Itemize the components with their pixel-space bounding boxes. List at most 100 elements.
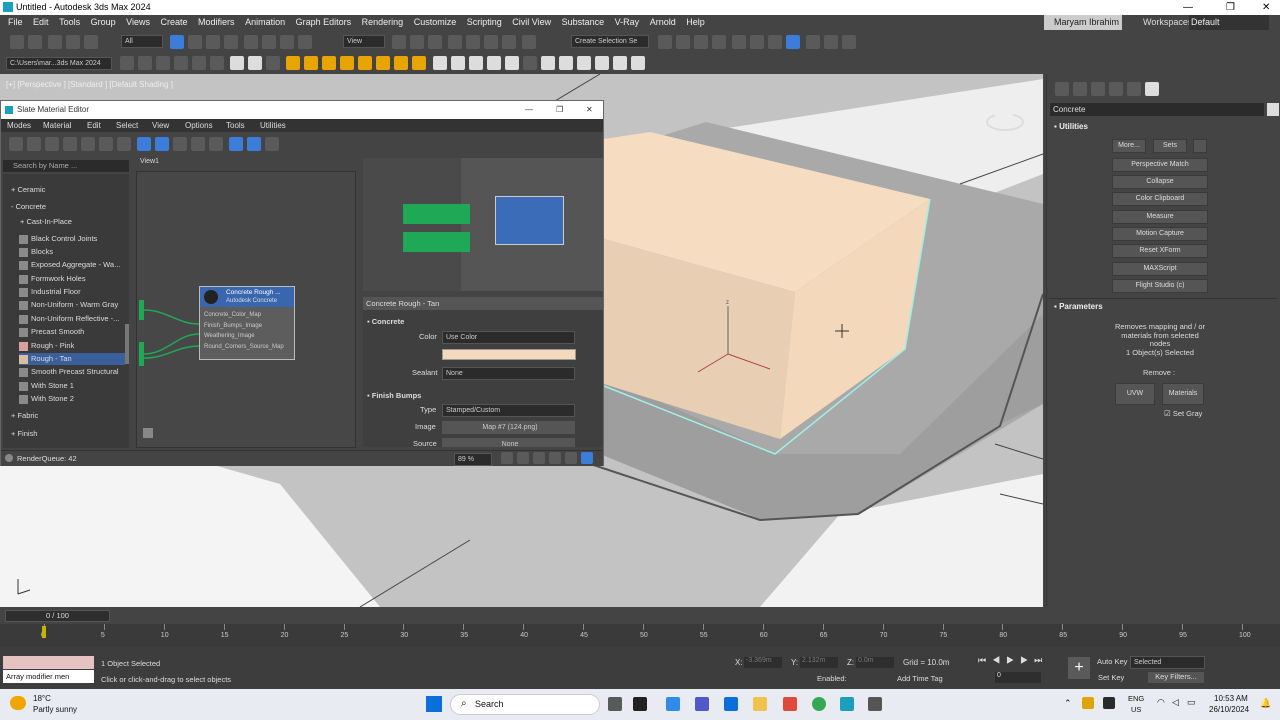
slate-select-icon[interactable] bbox=[9, 137, 23, 151]
list-item-selected[interactable]: Rough - Tan bbox=[19, 353, 125, 365]
slate-title-bar[interactable]: Slate Material Editor — ❐ ✕ bbox=[1, 101, 603, 119]
mirror-icon[interactable] bbox=[658, 35, 672, 49]
weather-icon[interactable] bbox=[10, 696, 26, 710]
menu-rendering[interactable]: Rendering bbox=[362, 15, 404, 30]
maximize-button[interactable]: ❐ bbox=[1226, 0, 1235, 15]
type-dropdown[interactable]: Stamped/Custom bbox=[442, 404, 575, 417]
sun-icon[interactable] bbox=[376, 56, 391, 70]
vray-ball-icon[interactable] bbox=[540, 56, 555, 70]
wifi-icon[interactable]: ◠ bbox=[1157, 697, 1165, 708]
menu-create[interactable]: Create bbox=[161, 15, 188, 30]
pivot-icon[interactable] bbox=[392, 35, 406, 49]
menu-edit[interactable]: Edit bbox=[33, 15, 49, 30]
object-color-swatch[interactable] bbox=[1267, 103, 1279, 116]
more-button[interactable]: More... bbox=[1112, 139, 1146, 153]
set-key-button[interactable]: Set Key bbox=[1098, 673, 1124, 682]
slate-menu-select[interactable]: Select bbox=[116, 119, 138, 132]
x-coordinate-field[interactable]: -3.369m bbox=[744, 657, 782, 668]
slate-close-button[interactable]: ✕ bbox=[586, 101, 593, 119]
slate-menu-modes[interactable]: Modes bbox=[7, 119, 31, 132]
object-name-field[interactable]: Concrete bbox=[1050, 103, 1264, 116]
slot-round-corners-map[interactable]: Round_Corners_Source_Map bbox=[204, 342, 294, 353]
yellow-shape-4-icon[interactable] bbox=[340, 56, 355, 70]
project-path-dropdown[interactable]: C:\Users\mar...3ds Max 2024 bbox=[6, 57, 112, 70]
snaps-icon[interactable] bbox=[448, 35, 463, 49]
taskbar-search[interactable]: ⌕ Search bbox=[450, 694, 600, 715]
category-fabric[interactable]: + Fabric bbox=[11, 410, 38, 422]
window-crossing-icon[interactable] bbox=[224, 35, 238, 49]
vray-ball-2-icon[interactable] bbox=[558, 56, 573, 70]
color-dropdown[interactable]: Use Color bbox=[442, 331, 575, 344]
list-item[interactable]: With Stone 2 bbox=[19, 393, 74, 405]
key-set-dropdown[interactable]: Selected bbox=[1130, 656, 1205, 669]
current-frame-field[interactable]: 0 bbox=[995, 672, 1041, 683]
perspective-match-button[interactable]: Perspective Match bbox=[1112, 158, 1208, 172]
yellow-shape-5-icon[interactable] bbox=[358, 56, 373, 70]
time-slider[interactable]: 0 / 100 bbox=[5, 610, 110, 622]
rendered-frame-icon[interactable] bbox=[824, 35, 839, 49]
move-children-icon[interactable] bbox=[99, 137, 113, 151]
add-time-tag-button[interactable]: Add Time Tag bbox=[897, 674, 943, 683]
toggle-scene-explorer-icon[interactable] bbox=[694, 35, 708, 49]
vray-frame-buffer-icon[interactable] bbox=[612, 56, 627, 70]
node-view[interactable]: Concrete Rough ... Autodesk Concrete Con… bbox=[136, 171, 356, 448]
auto-key-button[interactable]: Auto Key bbox=[1097, 657, 1127, 666]
rotate-icon[interactable] bbox=[262, 35, 277, 49]
list-item[interactable]: With Stone 1 bbox=[19, 380, 74, 392]
vray-sphere-icon[interactable] bbox=[432, 56, 447, 70]
color-swatch[interactable] bbox=[442, 349, 576, 360]
parameter-editor-icon[interactable] bbox=[247, 137, 262, 151]
clock-date[interactable]: 26/10/2024 bbox=[1209, 705, 1249, 714]
measure-button[interactable]: Measure bbox=[1112, 210, 1208, 224]
3ds-max-icon[interactable] bbox=[840, 697, 854, 711]
vray-plane-icon[interactable] bbox=[468, 56, 483, 70]
pan-hand-icon[interactable] bbox=[143, 428, 153, 438]
clock-time[interactable]: 10:53 AM bbox=[1214, 694, 1248, 703]
set-gray-checkbox[interactable]: ☑ Set Gray bbox=[1164, 409, 1202, 418]
align-icon[interactable] bbox=[676, 35, 690, 49]
menu-substance[interactable]: Substance bbox=[562, 15, 605, 30]
slate-menu-tools[interactable]: Tools bbox=[226, 119, 245, 132]
maxscript-mini-listener[interactable]: Array modifier men bbox=[3, 670, 94, 683]
slot-finish-bumps-image[interactable]: Finish_Bumps_Image bbox=[204, 321, 294, 332]
select-object-icon[interactable] bbox=[170, 35, 184, 49]
list-item[interactable]: Blocks bbox=[19, 246, 53, 258]
navigator-viewport-rect[interactable] bbox=[495, 196, 564, 245]
yellow-shape-1-icon[interactable] bbox=[286, 56, 301, 70]
motion-tab-icon[interactable] bbox=[1109, 82, 1123, 96]
named-selection-dropdown[interactable]: Create Selection Se bbox=[571, 35, 649, 48]
concrete-rollout-header[interactable]: ▪ Concrete bbox=[367, 317, 404, 326]
start-icon[interactable] bbox=[426, 696, 442, 712]
illustrator-icon[interactable] bbox=[783, 697, 797, 711]
uvw-button[interactable]: UVW bbox=[1115, 383, 1155, 405]
language-code[interactable]: ENG bbox=[1128, 694, 1144, 703]
slate-menu-utilities[interactable]: Utilities bbox=[260, 119, 286, 132]
menu-scripting[interactable]: Scripting bbox=[467, 15, 502, 30]
source-map-button[interactable]: None bbox=[442, 438, 575, 447]
menu-arnold[interactable]: Arnold bbox=[650, 15, 676, 30]
image-map-button[interactable]: Map #7 (124.png) bbox=[442, 421, 575, 434]
menu-customize[interactable]: Customize bbox=[414, 15, 457, 30]
undo-icon[interactable] bbox=[10, 35, 24, 49]
slate-minimize-button[interactable]: — bbox=[525, 101, 533, 119]
percent-snap-icon[interactable] bbox=[484, 35, 499, 49]
weather-temp[interactable]: 18°C bbox=[33, 694, 51, 703]
material-editor-icon[interactable] bbox=[786, 35, 801, 49]
material-node[interactable]: Concrete Rough ... Autodesk Concrete Con… bbox=[199, 286, 295, 360]
unlink-icon[interactable] bbox=[66, 35, 81, 49]
file-explorer-icon[interactable] bbox=[753, 697, 767, 711]
menu-modifiers[interactable]: Modifiers bbox=[198, 15, 235, 30]
menu-animation[interactable]: Animation bbox=[245, 15, 285, 30]
vray-globe-icon[interactable] bbox=[450, 56, 465, 70]
sealant-dropdown[interactable]: None bbox=[442, 367, 575, 380]
slate-menu-material[interactable]: Material bbox=[43, 119, 71, 132]
curve-editor-icon[interactable] bbox=[750, 35, 765, 49]
assign-to-selection-icon[interactable] bbox=[63, 137, 77, 151]
task-view-icon[interactable] bbox=[608, 697, 622, 711]
motion-capture-button[interactable]: Motion Capture bbox=[1112, 227, 1208, 241]
set-key-icon[interactable]: + bbox=[1068, 657, 1090, 679]
redo-icon[interactable] bbox=[28, 35, 42, 49]
search-by-name-input[interactable]: Search by Name ... bbox=[3, 160, 129, 172]
teams-icon[interactable] bbox=[695, 697, 709, 711]
battery-icon[interactable]: ▭ bbox=[1187, 697, 1196, 708]
